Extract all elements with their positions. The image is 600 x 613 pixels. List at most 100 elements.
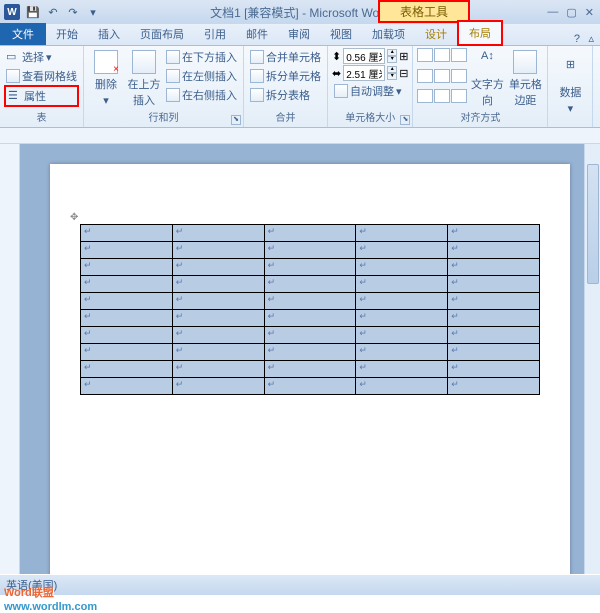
table-cell[interactable] bbox=[172, 344, 264, 361]
table-cell[interactable] bbox=[81, 242, 173, 259]
align-ml[interactable] bbox=[417, 69, 433, 83]
tab-home[interactable]: 开始 bbox=[46, 23, 88, 45]
close-icon[interactable]: ✕ bbox=[585, 6, 594, 19]
table-row[interactable] bbox=[81, 344, 540, 361]
table-cell[interactable] bbox=[81, 225, 173, 242]
table-cell[interactable] bbox=[356, 310, 448, 327]
tab-page-layout[interactable]: 页面布局 bbox=[130, 23, 194, 45]
table-cell[interactable] bbox=[448, 259, 540, 276]
tab-insert[interactable]: 插入 bbox=[88, 23, 130, 45]
align-tr[interactable] bbox=[451, 48, 467, 62]
merge-cells-button[interactable]: 合并单元格 bbox=[248, 48, 323, 66]
align-mr[interactable] bbox=[451, 69, 467, 83]
table-cell[interactable] bbox=[448, 310, 540, 327]
table-cell[interactable] bbox=[172, 310, 264, 327]
table-cell[interactable] bbox=[264, 310, 356, 327]
table-cell[interactable] bbox=[81, 361, 173, 378]
cellsize-launcher[interactable]: ⬊ bbox=[400, 115, 410, 125]
table-cell[interactable] bbox=[81, 310, 173, 327]
table-cell[interactable] bbox=[81, 293, 173, 310]
tab-addins[interactable]: 加载项 bbox=[362, 23, 415, 45]
table-cell[interactable] bbox=[448, 327, 540, 344]
table-cell[interactable] bbox=[356, 276, 448, 293]
tab-view[interactable]: 视图 bbox=[320, 23, 362, 45]
table-cell[interactable] bbox=[81, 259, 173, 276]
table-cell[interactable] bbox=[356, 344, 448, 361]
tab-file[interactable]: 文件 bbox=[0, 23, 46, 45]
restore-icon[interactable]: ▢ bbox=[566, 6, 576, 19]
table-cell[interactable] bbox=[81, 327, 173, 344]
table-cell[interactable] bbox=[264, 276, 356, 293]
table-cell[interactable] bbox=[448, 378, 540, 395]
ribbon-minimize-icon[interactable]: ▵ bbox=[588, 32, 594, 45]
table-cell[interactable] bbox=[356, 242, 448, 259]
table-cell[interactable] bbox=[172, 276, 264, 293]
table-cell[interactable] bbox=[264, 378, 356, 395]
qat-dropdown-icon[interactable]: ▾ bbox=[84, 3, 102, 21]
table-cell[interactable] bbox=[264, 242, 356, 259]
align-br[interactable] bbox=[451, 89, 467, 103]
tab-review[interactable]: 审阅 bbox=[278, 23, 320, 45]
table-cell[interactable] bbox=[81, 344, 173, 361]
vertical-ruler[interactable] bbox=[0, 144, 20, 574]
select-button[interactable]: ▭选择▾ bbox=[4, 48, 79, 66]
redo-icon[interactable]: ↷ bbox=[64, 3, 82, 21]
table-row[interactable] bbox=[81, 378, 540, 395]
undo-icon[interactable]: ↶ bbox=[44, 3, 62, 21]
page-scroll-area[interactable]: ✥ bbox=[20, 144, 600, 574]
table-cell[interactable] bbox=[264, 344, 356, 361]
table-cell[interactable] bbox=[356, 293, 448, 310]
table-cell[interactable] bbox=[448, 276, 540, 293]
table-cell[interactable] bbox=[356, 225, 448, 242]
cell-margins-button[interactable]: 单元格 边距 bbox=[507, 48, 543, 109]
table-cell[interactable] bbox=[448, 293, 540, 310]
data-button[interactable]: ⊞数据▾ bbox=[552, 48, 588, 124]
row-height-spinner[interactable]: ⬍▴▾⊞ bbox=[332, 48, 408, 64]
table-cell[interactable] bbox=[356, 378, 448, 395]
properties-button[interactable]: ☰属性 bbox=[4, 85, 79, 107]
rowscols-launcher[interactable]: ⬊ bbox=[231, 115, 241, 125]
document-page[interactable]: ✥ bbox=[50, 164, 570, 574]
table-anchor-icon[interactable]: ✥ bbox=[70, 212, 78, 223]
help-icon[interactable]: ? bbox=[574, 33, 580, 45]
table-cell[interactable] bbox=[172, 242, 264, 259]
table-row[interactable] bbox=[81, 293, 540, 310]
table-cell[interactable] bbox=[81, 378, 173, 395]
table-row[interactable] bbox=[81, 276, 540, 293]
table-row[interactable] bbox=[81, 259, 540, 276]
table-cell[interactable] bbox=[172, 361, 264, 378]
table-cell[interactable] bbox=[172, 225, 264, 242]
table-cell[interactable] bbox=[356, 259, 448, 276]
table-cell[interactable] bbox=[356, 327, 448, 344]
table-row[interactable] bbox=[81, 242, 540, 259]
table-row[interactable] bbox=[81, 327, 540, 344]
tab-references[interactable]: 引用 bbox=[194, 23, 236, 45]
autofit-button[interactable]: 自动调整▾ bbox=[332, 82, 408, 100]
table-cell[interactable] bbox=[448, 242, 540, 259]
align-mc[interactable] bbox=[434, 69, 450, 83]
insert-left-button[interactable]: 在左侧插入 bbox=[164, 67, 239, 85]
minimize-icon[interactable]: ― bbox=[547, 6, 558, 19]
table-cell[interactable] bbox=[81, 276, 173, 293]
table-cell[interactable] bbox=[356, 361, 448, 378]
distribute-rows-icon[interactable]: ⊞ bbox=[399, 50, 408, 63]
text-direction-button[interactable]: A↕文字方向 bbox=[469, 48, 505, 109]
table-cell[interactable] bbox=[264, 225, 356, 242]
tab-design[interactable]: 设计 bbox=[415, 23, 457, 45]
insert-below-button[interactable]: 在下方插入 bbox=[164, 48, 239, 66]
table-cell[interactable] bbox=[172, 378, 264, 395]
table-row[interactable] bbox=[81, 361, 540, 378]
table-row[interactable] bbox=[81, 310, 540, 327]
tab-layout[interactable]: 布局 bbox=[457, 20, 503, 46]
table-cell[interactable] bbox=[448, 361, 540, 378]
table-cell[interactable] bbox=[448, 225, 540, 242]
align-tl[interactable] bbox=[417, 48, 433, 62]
distribute-cols-icon[interactable]: ⊟ bbox=[399, 67, 408, 80]
table-cell[interactable] bbox=[264, 259, 356, 276]
table-cell[interactable] bbox=[264, 293, 356, 310]
gridlines-button[interactable]: 查看网格线 bbox=[4, 67, 79, 85]
align-bc[interactable] bbox=[434, 89, 450, 103]
table-cell[interactable] bbox=[172, 259, 264, 276]
col-width-spinner[interactable]: ⬌▴▾⊟ bbox=[332, 65, 408, 81]
tab-mailings[interactable]: 邮件 bbox=[236, 23, 278, 45]
